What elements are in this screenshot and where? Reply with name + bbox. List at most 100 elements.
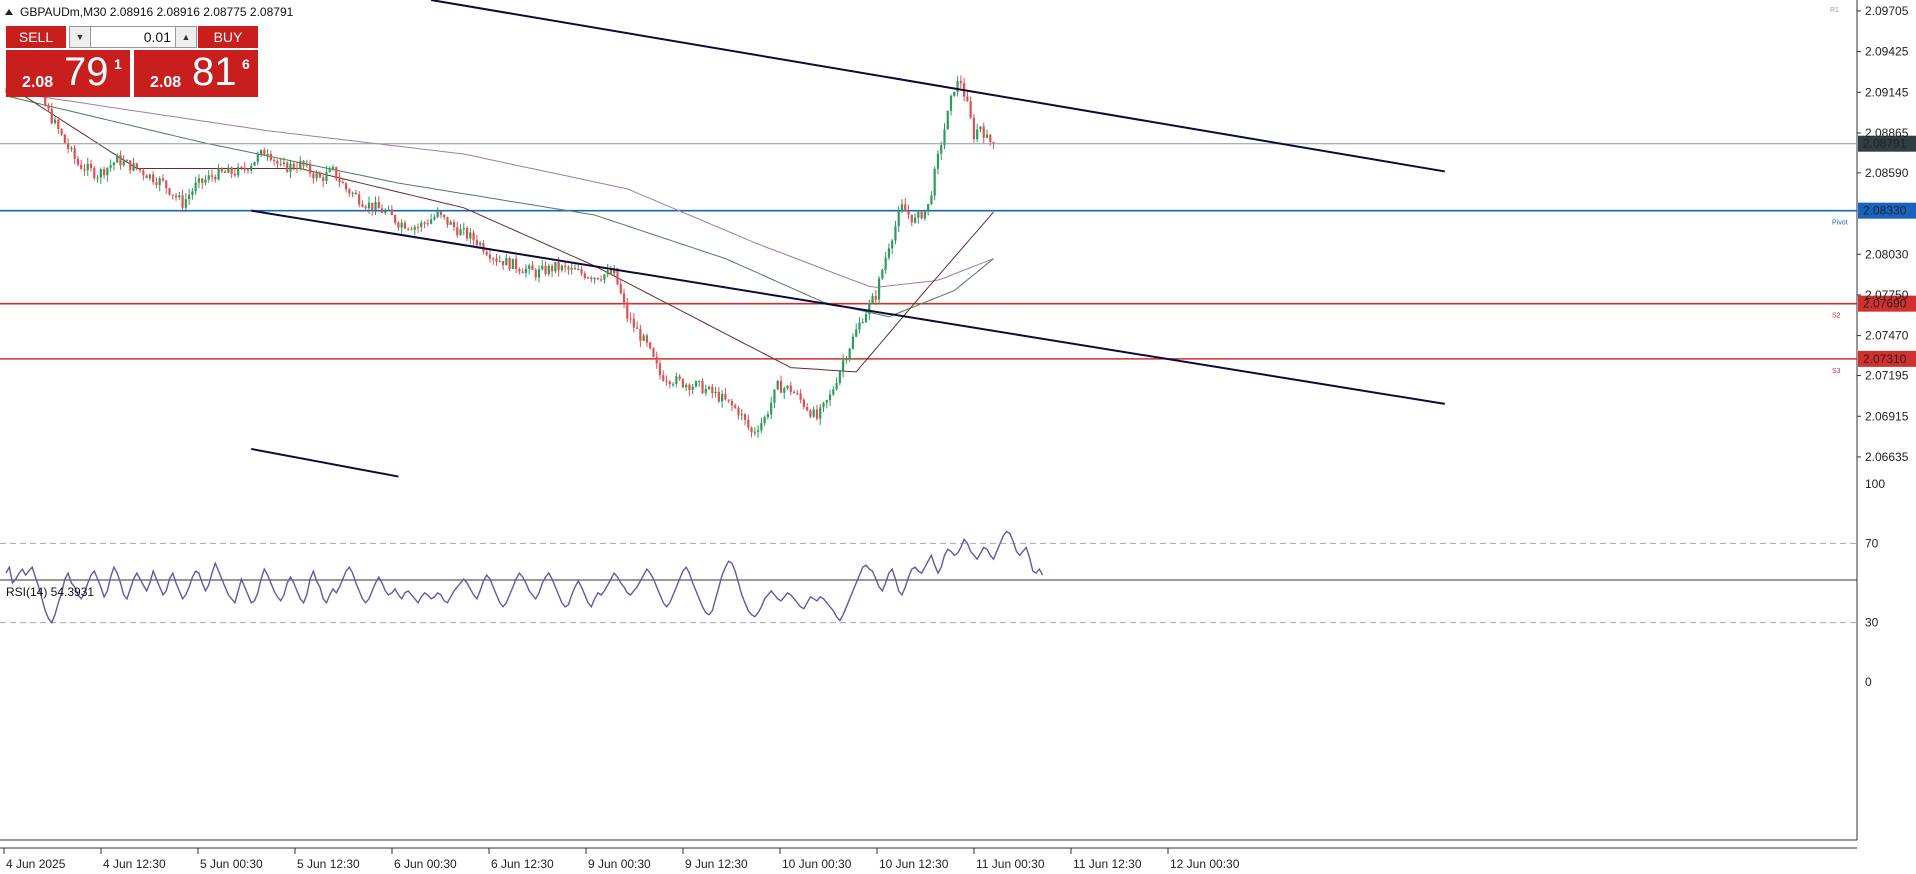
candle-bull bbox=[469, 232, 472, 239]
price-axis: 2.09705 2.09425 2.09145 2.08865 2.08590 2.080… bbox=[1857, 4, 1909, 464]
candle-bull bbox=[586, 277, 590, 279]
candle-bear bbox=[750, 427, 753, 433]
candle-bear bbox=[93, 168, 96, 179]
rsi-tick-label: 70 bbox=[1865, 536, 1879, 550]
candle-bull bbox=[420, 222, 423, 228]
candle-bear bbox=[295, 168, 299, 170]
rsi-tick-label: 100 bbox=[1865, 477, 1885, 491]
candle-bull bbox=[479, 243, 482, 246]
candle-bear bbox=[600, 279, 603, 281]
chevron-down-icon: ▼ bbox=[75, 32, 85, 42]
candle-bear bbox=[155, 182, 158, 186]
time-tick-label: 6 Jun 12:30 bbox=[491, 857, 554, 871]
candle-bear bbox=[246, 169, 250, 171]
candle-bull bbox=[122, 160, 125, 166]
candle-bear bbox=[456, 227, 459, 236]
candle-bull bbox=[927, 204, 930, 210]
candle-bull bbox=[757, 430, 760, 432]
candle-bear bbox=[416, 226, 420, 228]
one-click-trade-panel: SELL ▼ 0.01 ▲ BUY 2.08 79 1 2.08 81 6 bbox=[6, 26, 258, 97]
candle-bear bbox=[564, 265, 567, 268]
lot-decrease-button[interactable]: ▼ bbox=[69, 26, 91, 48]
candle-bear bbox=[446, 216, 449, 225]
candle-bull bbox=[913, 217, 917, 223]
lot-increase-button[interactable]: ▲ bbox=[175, 26, 197, 48]
candle-bear bbox=[681, 379, 684, 388]
candle-bear bbox=[531, 265, 534, 271]
candle-bear bbox=[60, 129, 63, 135]
time-tick-label: 10 Jun 00:30 bbox=[782, 857, 852, 871]
candle-bull bbox=[766, 414, 770, 418]
candle-bear bbox=[145, 175, 148, 179]
candle-bull bbox=[259, 150, 263, 155]
candle-bear bbox=[485, 251, 488, 255]
candle-bull bbox=[786, 385, 789, 389]
candle-bull bbox=[541, 265, 544, 270]
level-tag: S2 bbox=[1832, 313, 1841, 320]
candle-bear bbox=[138, 168, 142, 171]
candle-bear bbox=[959, 81, 962, 84]
rsi-tick-label: 0 bbox=[1865, 675, 1872, 689]
candle-bull bbox=[178, 195, 181, 198]
candle-bull bbox=[498, 261, 501, 263]
candle-bull bbox=[940, 145, 943, 154]
candle-bear bbox=[590, 277, 593, 280]
time-tick-label: 9 Jun 12:30 bbox=[685, 857, 748, 871]
candle-bull bbox=[132, 163, 135, 171]
buy-quote[interactable]: 2.08 81 6 bbox=[134, 50, 258, 97]
candle-bear bbox=[119, 155, 122, 166]
candle-bear bbox=[544, 265, 547, 275]
candle-bear bbox=[622, 293, 626, 303]
candle-bear bbox=[181, 195, 184, 208]
candle-bear bbox=[665, 380, 668, 382]
candle-bull bbox=[560, 265, 563, 271]
candle-bull bbox=[593, 277, 596, 280]
candle-bear bbox=[263, 150, 266, 156]
sell-quote[interactable]: 2.08 79 1 bbox=[6, 50, 130, 97]
candle-bull bbox=[547, 265, 550, 275]
level-tag: Pivot bbox=[1832, 220, 1848, 227]
candle-bull bbox=[289, 163, 292, 172]
candle-bear bbox=[711, 386, 714, 394]
candle-bear bbox=[394, 215, 397, 223]
candle-bear bbox=[982, 126, 985, 138]
price-tick-label: 2.09425 bbox=[1865, 45, 1909, 59]
candle-bull bbox=[707, 386, 711, 389]
candle-bull bbox=[985, 134, 989, 138]
candle-bull bbox=[832, 389, 835, 395]
time-tick-label: 4 Jun 2025 bbox=[6, 857, 66, 871]
candle-bear bbox=[50, 108, 53, 124]
candle-bear bbox=[397, 222, 400, 228]
candle-bear bbox=[309, 163, 312, 174]
time-tick-label: 11 Jun 00:30 bbox=[976, 857, 1045, 871]
candle-bear bbox=[580, 269, 583, 274]
candle-bull bbox=[943, 129, 946, 146]
candle-bear bbox=[312, 173, 315, 179]
candle-bull bbox=[776, 380, 779, 390]
candle-bull bbox=[524, 268, 528, 274]
price-tick-label: 2.07470 bbox=[1865, 329, 1909, 343]
candle-bull bbox=[505, 257, 508, 266]
candle-bull bbox=[894, 226, 897, 241]
candle-bear bbox=[626, 302, 629, 319]
candle-bear bbox=[583, 273, 586, 278]
candle-bear bbox=[662, 375, 665, 381]
candle-bear bbox=[292, 163, 295, 169]
candle-bear bbox=[439, 211, 443, 215]
candle-bear bbox=[874, 295, 877, 300]
sell-button[interactable]: SELL bbox=[6, 26, 66, 48]
candle-bear bbox=[639, 328, 642, 341]
candle-bear bbox=[233, 173, 236, 176]
candle-bear bbox=[904, 204, 907, 211]
candle-bear bbox=[465, 228, 469, 239]
candle-bull bbox=[855, 329, 858, 337]
candle-bull bbox=[900, 204, 904, 212]
candle-bull bbox=[197, 178, 201, 183]
candle-bull bbox=[570, 268, 573, 270]
lot-size-input[interactable]: 0.01 bbox=[91, 26, 175, 48]
candle-bull bbox=[864, 314, 868, 323]
candle-bear bbox=[338, 178, 341, 182]
candle-bull bbox=[897, 211, 900, 227]
symbol-triangle-icon bbox=[5, 9, 13, 15]
buy-button[interactable]: BUY bbox=[198, 26, 258, 48]
